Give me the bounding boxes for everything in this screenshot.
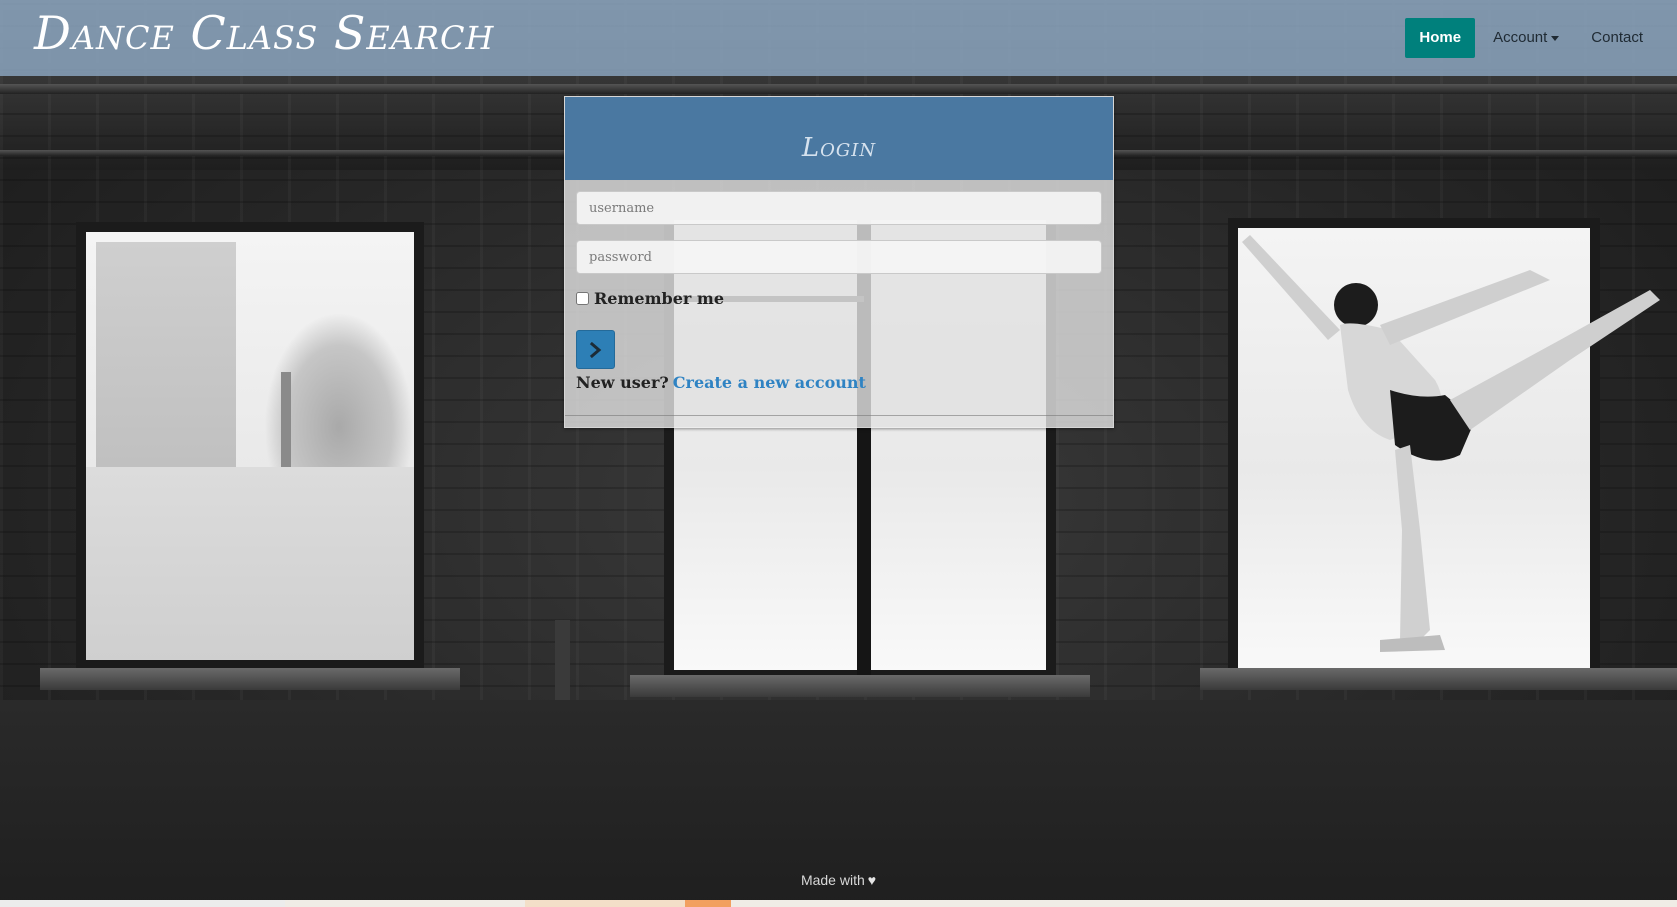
remember-me-row[interactable]: Remember me [576, 289, 1102, 308]
window-sill [40, 668, 460, 690]
nav-contact-link[interactable]: Contact [1575, 18, 1659, 58]
bottom-strip-segment [525, 900, 685, 907]
site-title[interactable]: Dance Class Search [34, 6, 494, 60]
nav-home-button[interactable]: Home [1405, 18, 1476, 58]
login-title: Login [801, 132, 877, 163]
new-user-row: New user? Create a new account [576, 373, 1102, 392]
remember-me-checkbox[interactable] [576, 292, 589, 305]
create-account-link[interactable]: Create a new account [673, 373, 866, 392]
dancer-silhouette [1242, 235, 1660, 652]
left-window [76, 222, 424, 670]
remember-me-label: Remember me [594, 289, 724, 308]
new-user-text: New user? [576, 373, 669, 392]
nav-account-dropdown[interactable]: Account [1477, 18, 1575, 58]
login-submit-button[interactable] [576, 330, 615, 369]
login-card: Login Remember me New user?Create a new … [564, 96, 1114, 428]
card-divider [565, 415, 1113, 416]
chevron-right-icon [589, 341, 601, 358]
window-sill [630, 675, 1090, 697]
login-header: Login [565, 97, 1113, 180]
radiator-pipe [555, 620, 570, 700]
footer: Made with ♥ [0, 872, 1677, 888]
bottom-strip [0, 900, 1677, 907]
footer-made-with: Made with [800, 872, 865, 888]
bottom-strip-segment [685, 900, 731, 907]
ceiling-pipe [0, 84, 1677, 94]
username-input[interactable] [576, 191, 1102, 225]
password-input[interactable] [576, 240, 1102, 274]
bottom-strip-segment [0, 900, 285, 907]
heart-icon: ♥ [867, 872, 877, 888]
navbar: Dance Class Search Home Account Contact [0, 0, 1677, 76]
login-form: Remember me New user?Create a new accoun… [565, 180, 1113, 392]
nav-menu: Home Account Contact [1405, 0, 1677, 76]
caret-down-icon [1551, 35, 1560, 41]
nav-account-label: Account [1493, 29, 1548, 46]
street-scene [86, 467, 414, 660]
